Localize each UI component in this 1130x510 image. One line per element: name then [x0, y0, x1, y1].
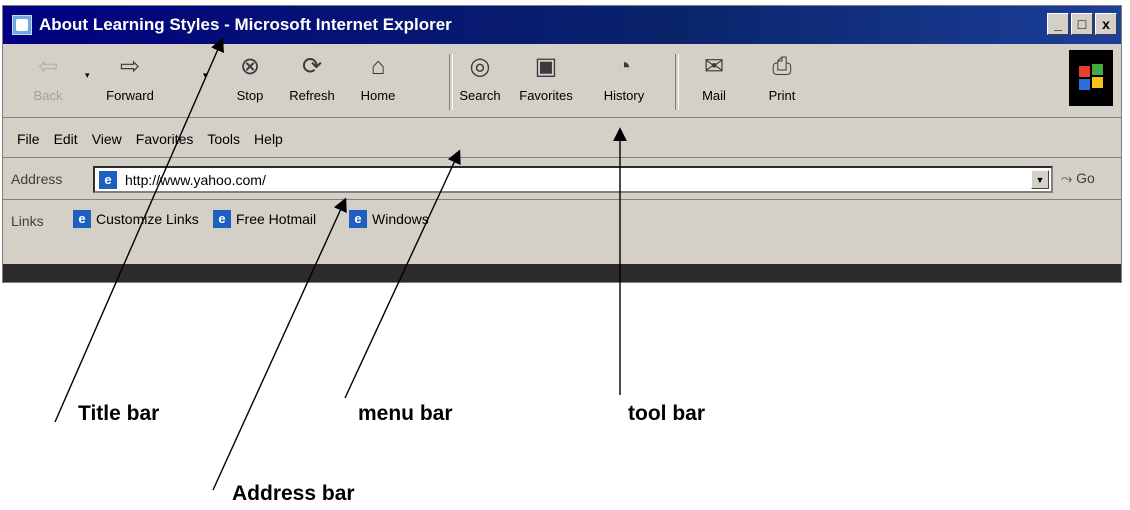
menu-item-view[interactable]: View [92, 131, 122, 147]
print-button[interactable]: ⎙ Print [751, 52, 813, 112]
forward-button[interactable]: ⇨ Forward [99, 52, 161, 112]
tool-bar: ⇦ Back ▾ ⇨ Forward ▾ ⊗ Stop ⟳ Refresh ⌂ … [3, 46, 1121, 118]
link-customize-links[interactable]: e Customize Links [73, 210, 199, 228]
menu-item-tools[interactable]: Tools [207, 131, 240, 147]
link-free-hotmail[interactable]: e Free Hotmail [213, 210, 316, 228]
stop-label: Stop [236, 88, 264, 103]
search-label: Search [459, 88, 501, 103]
history-icon: ◔ [616, 53, 632, 80]
title-bar-label: Title bar [78, 402, 160, 425]
refresh-label: Refresh [289, 88, 335, 103]
menu-bar-label: menu bar [358, 402, 453, 425]
address-label: Address [11, 171, 63, 187]
print-icon: ⎙ [772, 53, 792, 80]
ie-app-icon [12, 15, 32, 35]
page-icon: e [73, 210, 91, 228]
title-bar: About Learning Styles - Microsoft Intern… [3, 6, 1121, 44]
window-title: About Learning Styles - Microsoft Intern… [39, 15, 452, 34]
menu-bar: File Edit View Favorites Tools Help [3, 120, 1121, 158]
windows-logo-icon [1069, 50, 1113, 106]
menu-item-edit[interactable]: Edit [54, 131, 78, 147]
page-icon: e [99, 171, 117, 189]
tool-bar-label: tool bar [628, 402, 705, 425]
favorites-icon: ▣ [534, 53, 558, 80]
page-icon: e [349, 210, 367, 228]
back-button[interactable]: ⇦ Back [17, 52, 79, 112]
link-label: Free Hotmail [236, 211, 317, 227]
address-input[interactable]: e http://www.yahoo.com/ ▼ [93, 166, 1053, 193]
print-label: Print [768, 88, 796, 103]
back-arrow-icon: ⇦ [37, 53, 59, 80]
mail-icon: ✉ [703, 53, 725, 80]
link-windows[interactable]: e Windows [349, 210, 429, 228]
home-label: Home [360, 88, 396, 103]
address-value: http://www.yahoo.com/ [125, 172, 266, 188]
menu-item-file[interactable]: File [17, 131, 40, 147]
address-dropdown-icon[interactable]: ▼ [1031, 170, 1049, 189]
back-dropdown-icon[interactable]: ▾ [85, 70, 90, 81]
back-label: Back [33, 88, 63, 103]
search-icon: ◎ [469, 53, 491, 80]
go-label: Go [1076, 170, 1095, 186]
page-icon: e [213, 210, 231, 228]
address-bar: Address e http://www.yahoo.com/ ▼ ⤳ Go [3, 160, 1121, 200]
forward-arrow-icon: ⇨ [119, 53, 141, 80]
home-icon: ⌂ [370, 53, 386, 80]
home-button[interactable]: ⌂ Home [347, 52, 409, 112]
address-bar-label: Address bar [232, 482, 355, 505]
maximize-button[interactable]: □ [1071, 13, 1093, 35]
links-label: Links [11, 213, 44, 229]
forward-dropdown-icon[interactable]: ▾ [203, 70, 208, 81]
menu-item-favorites[interactable]: Favorites [136, 131, 194, 147]
history-label: History [603, 88, 645, 103]
links-bar: Links e Customize Links e Free Hotmail e… [3, 202, 1121, 242]
stop-icon: ⊗ [239, 53, 261, 80]
link-label: Windows [372, 211, 429, 227]
ie-window: About Learning Styles - Microsoft Intern… [2, 5, 1122, 283]
link-label: Customize Links [96, 211, 199, 227]
go-button[interactable]: ⤳ Go [1061, 170, 1095, 187]
window-controls: _ □ x [1047, 13, 1117, 35]
page-edge [3, 264, 1121, 282]
forward-label: Forward [106, 88, 154, 103]
close-button[interactable]: x [1095, 13, 1117, 35]
menu-item-help[interactable]: Help [254, 131, 283, 147]
mail-button[interactable]: ✉ Mail [683, 52, 745, 112]
refresh-button[interactable]: ⟳ Refresh [281, 52, 343, 112]
mail-label: Mail [702, 88, 726, 103]
stop-button[interactable]: ⊗ Stop [219, 52, 281, 112]
refresh-icon: ⟳ [301, 53, 323, 80]
toolbar-separator [675, 54, 679, 110]
favorites-button[interactable]: ▣ Favorites [515, 52, 577, 112]
history-button[interactable]: ◔ History [593, 52, 655, 112]
favorites-label: Favorites [519, 88, 573, 103]
minimize-button[interactable]: _ [1047, 13, 1069, 35]
search-button[interactable]: ◎ Search [449, 52, 511, 112]
